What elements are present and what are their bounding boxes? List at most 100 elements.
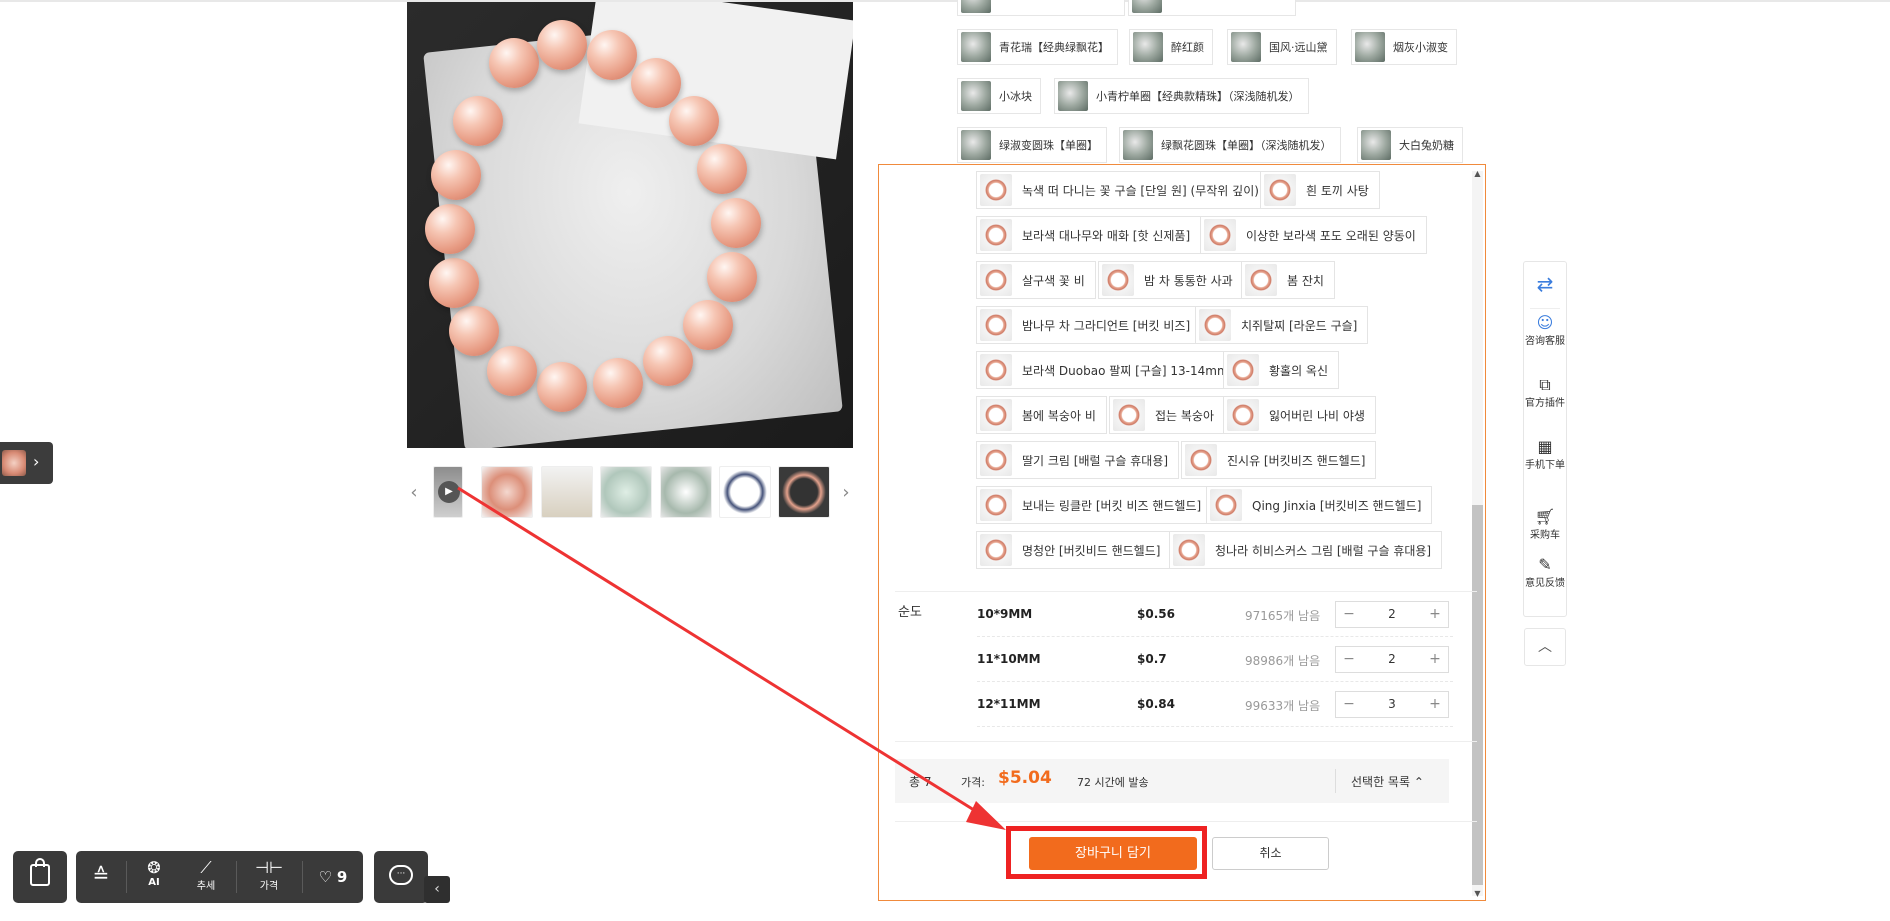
decrement-button[interactable]: − bbox=[1336, 692, 1362, 717]
customer-service-label: 咨询客服 bbox=[1525, 336, 1565, 347]
variant-tag[interactable]: 绿淑变圆珠【单圈】 bbox=[957, 127, 1107, 163]
translate-button[interactable]: ⇄ bbox=[1524, 268, 1566, 303]
sku-option[interactable]: 봄 잔치 bbox=[1241, 261, 1335, 299]
sku-option[interactable]: 명청안 [버킷비드 핸드헬드] bbox=[976, 531, 1172, 569]
collapse-up-button[interactable]: ≙ bbox=[86, 863, 116, 887]
sku-option[interactable]: 보라색 Duobao 팔찌 [구슬] 13-14mm bbox=[976, 351, 1240, 389]
sku-option-label: 딸기 크림 [배럴 구슬 휴대용] bbox=[1022, 453, 1169, 468]
thumbnail-image[interactable] bbox=[600, 466, 652, 518]
bead bbox=[683, 300, 733, 350]
total-quantity-label: 총 7 bbox=[909, 775, 932, 789]
thumbnail-image[interactable] bbox=[541, 466, 593, 518]
shipping-time: 72 시간에 발송 bbox=[1077, 776, 1149, 789]
left-product-tab[interactable]: › bbox=[0, 442, 53, 484]
variant-tag-label: 烟灰小淑变 bbox=[1393, 41, 1448, 54]
sku-option[interactable]: 딸기 크림 [배럴 구슬 휴대용] bbox=[976, 441, 1180, 479]
variant-tag[interactable]: 小冰块 bbox=[957, 78, 1041, 114]
bead bbox=[449, 306, 499, 356]
sku-option[interactable]: 살구색 꽃 비 bbox=[976, 261, 1096, 299]
thumbnail-next-arrow[interactable]: › bbox=[839, 466, 853, 520]
quantity-input[interactable]: 3 bbox=[1364, 692, 1420, 717]
sku-option[interactable]: 녹색 떠 다니는 꽃 구슬 [단일 원] (무작위 깊이) bbox=[976, 171, 1270, 209]
variant-tag[interactable]: 绿飘花圆珠【单圈】（深浅随机发） bbox=[1119, 127, 1341, 163]
variant-swatch bbox=[1132, 0, 1162, 13]
option-swatch bbox=[980, 309, 1012, 341]
variant-tag-label: 醉红颜 bbox=[1171, 41, 1204, 54]
add-to-cart-button[interactable]: 장바구니 담기 bbox=[1029, 837, 1197, 870]
plugin-button[interactable]: ⧉ 官方插件 bbox=[1524, 376, 1566, 410]
bead bbox=[487, 346, 537, 396]
toolbar-collapse-button[interactable]: ‹ bbox=[424, 876, 450, 903]
decrement-button[interactable]: − bbox=[1336, 602, 1362, 627]
cart-icon: 🛒︎ bbox=[1534, 507, 1556, 526]
customer-service-button[interactable]: ☺ 咨询客服 bbox=[1524, 314, 1566, 348]
variant-tag[interactable]: 青花瑞【经典绿飘花】 bbox=[957, 29, 1118, 65]
variant-tag[interactable]: 小青柠单圈【经典款精珠】（深浅随机发） bbox=[1054, 78, 1309, 114]
product-main-image[interactable] bbox=[407, 2, 853, 448]
sku-option[interactable]: 흰 토끼 사탕 bbox=[1260, 171, 1380, 209]
scrollbar-thumb[interactable] bbox=[1472, 505, 1483, 885]
sku-option-label: 잃어버린 나비 야생 bbox=[1269, 408, 1365, 423]
variant-tag[interactable]: 大白兔奶糖 bbox=[1357, 127, 1463, 163]
sku-option[interactable]: 잃어버린 나비 야생 bbox=[1223, 396, 1376, 434]
selected-list-toggle[interactable]: 선택한 목록 ⌃ bbox=[1351, 773, 1424, 790]
ai-button[interactable]: ❂ AI bbox=[134, 859, 174, 889]
thumbnail-image[interactable] bbox=[481, 466, 533, 518]
scroll-down-arrow-icon[interactable]: ▼ bbox=[1473, 889, 1482, 898]
size-price: $0.56 bbox=[1137, 607, 1175, 621]
variant-tag[interactable] bbox=[957, 0, 1125, 16]
increment-button[interactable]: + bbox=[1422, 602, 1448, 627]
thumbnail-prev-arrow[interactable]: ‹ bbox=[407, 466, 421, 520]
back-to-top-button[interactable]: ︿ bbox=[1524, 628, 1566, 666]
bead bbox=[537, 20, 587, 70]
feedback-button[interactable]: ✎ 意见反馈 bbox=[1524, 556, 1566, 590]
plugin-icon: ⧉ bbox=[1539, 375, 1551, 394]
thumbnail-image[interactable] bbox=[778, 466, 830, 518]
sku-option-label: 봄 잔치 bbox=[1287, 273, 1324, 288]
increment-button[interactable]: + bbox=[1422, 647, 1448, 672]
option-swatch bbox=[980, 489, 1012, 521]
sku-option[interactable]: 치쥐탈찌 [라운드 구슬] bbox=[1195, 306, 1369, 344]
quantity-stepper: − 2 + bbox=[1335, 601, 1449, 628]
sku-option[interactable]: Qing Jinxia [버킷비즈 핸드헬드] bbox=[1206, 486, 1433, 524]
variant-tag-label: 青花瑞【经典绿飘花】 bbox=[999, 41, 1109, 54]
chevron-up-lines-icon: ≙ bbox=[92, 863, 110, 887]
favorites-button[interactable]: ♡ 9 bbox=[308, 868, 358, 886]
thumbnail-image[interactable] bbox=[660, 466, 712, 518]
sku-option[interactable]: 보내는 링클란 [버킷 비즈 핸드헬드] bbox=[976, 486, 1213, 524]
sku-option[interactable]: 황홀의 옥신 bbox=[1223, 351, 1340, 389]
sku-option[interactable]: 보라색 대나무와 매화 [핫 신제품] bbox=[976, 216, 1202, 254]
variant-tag[interactable] bbox=[1128, 0, 1296, 16]
price-chart-icon: ⊣⊢ bbox=[255, 858, 283, 877]
decrement-button[interactable]: − bbox=[1336, 647, 1362, 672]
thumbnail-image[interactable] bbox=[719, 466, 771, 518]
variant-tag[interactable]: 醉红颜 bbox=[1129, 29, 1213, 65]
sku-option[interactable]: 접는 복숭아 bbox=[1109, 396, 1226, 434]
sku-option[interactable]: 밤 차 통통한 사과 bbox=[1098, 261, 1244, 299]
sku-option[interactable]: 청나라 히비스커스 그림 [배럴 구슬 휴대용] bbox=[1169, 531, 1443, 569]
variant-tag[interactable]: 国风·远山黛 bbox=[1227, 29, 1337, 65]
thumbnail-video[interactable]: ▶ bbox=[433, 466, 463, 518]
size-row: 10*9MM $0.56 97165개 남음 − 2 + bbox=[977, 593, 1453, 637]
chat-button[interactable]: ··· bbox=[374, 851, 428, 903]
bottom-tool-group: ≙ ❂ AI ⟋ 추세 ⊣⊢ 가격 ♡ 9 bbox=[76, 851, 363, 903]
cancel-button[interactable]: 취소 bbox=[1212, 837, 1329, 870]
sku-option[interactable]: 이상한 보라색 포도 오래된 양동이 bbox=[1200, 216, 1427, 254]
variant-tag[interactable]: 烟灰小淑变 bbox=[1351, 29, 1457, 65]
sku-option[interactable]: 밤나무 차 그라디언트 [버킷 비즈] bbox=[976, 306, 1202, 344]
scroll-up-arrow-icon[interactable]: ▲ bbox=[1473, 169, 1482, 178]
sku-option-label: 밤 차 통통한 사과 bbox=[1144, 273, 1233, 288]
mobile-order-button[interactable]: ▦ 手机下单 bbox=[1524, 438, 1566, 472]
sku-option[interactable]: 봄에 복숭아 비 bbox=[976, 396, 1107, 434]
quantity-input[interactable]: 2 bbox=[1364, 602, 1420, 627]
bead bbox=[643, 336, 693, 386]
bead bbox=[587, 30, 637, 80]
shopping-bag-button[interactable] bbox=[13, 851, 67, 903]
sku-option[interactable]: 진시유 [버킷비즈 핸드헬드] bbox=[1181, 441, 1377, 479]
quantity-input[interactable]: 2 bbox=[1364, 647, 1420, 672]
purchase-cart-button[interactable]: 🛒︎ 采购车 bbox=[1524, 508, 1566, 542]
price-history-button[interactable]: ⊣⊢ 가격 bbox=[244, 858, 294, 893]
option-swatch bbox=[1185, 444, 1217, 476]
increment-button[interactable]: + bbox=[1422, 692, 1448, 717]
trend-button[interactable]: ⟋ 추세 bbox=[186, 859, 226, 893]
